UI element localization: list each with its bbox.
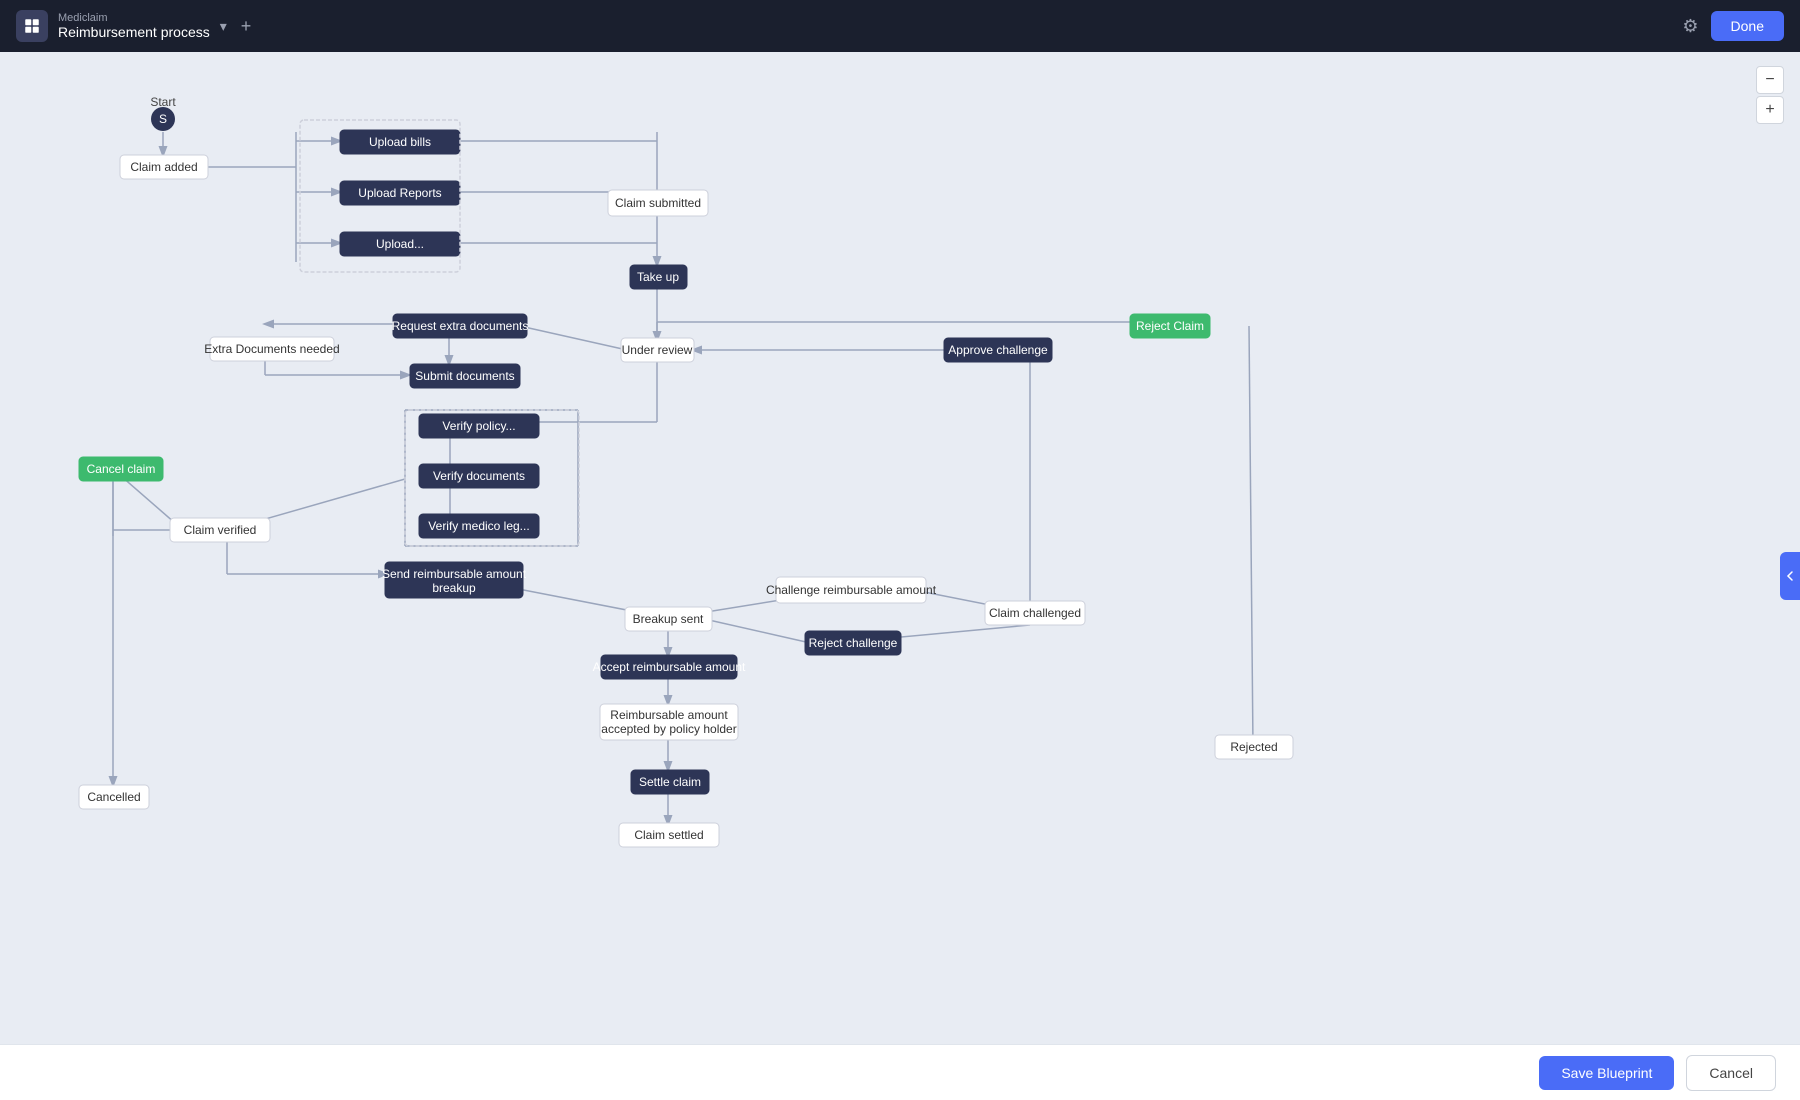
cancel-claim-label: Cancel claim — [87, 462, 156, 476]
bottom-bar: Save Blueprint Cancel — [0, 1044, 1800, 1100]
claim-settled-label: Claim settled — [634, 828, 703, 842]
header-title: Mediclaim Reimbursement process — [58, 12, 210, 40]
app-icon — [16, 10, 48, 42]
take-up-label: Take up — [637, 270, 679, 284]
zoom-out-button[interactable]: − — [1756, 66, 1784, 94]
page-title: Reimbursement process — [58, 24, 210, 40]
submit-documents-label: Submit documents — [415, 369, 514, 383]
send-breakup-label2: breakup — [432, 581, 476, 595]
settle-claim-label: Settle claim — [639, 775, 701, 789]
settings-icon[interactable]: ⚙ — [1682, 16, 1698, 37]
extra-docs-needed-label: Extra Documents needed — [204, 342, 339, 356]
header-right: ⚙ Done — [1682, 11, 1784, 41]
save-blueprint-button[interactable]: Save Blueprint — [1539, 1056, 1674, 1090]
verify-documents-label: Verify documents — [433, 469, 525, 483]
flow-svg: S Start Claim added Upload bills Upload … — [0, 52, 1800, 1100]
breakup-sent-label: Breakup sent — [633, 612, 704, 626]
reject-claim-label: Reject Claim — [1136, 319, 1204, 333]
claim-added-label: Claim added — [130, 160, 197, 174]
claim-verified-label: Claim verified — [184, 523, 257, 537]
flow-diagram: S Start Claim added Upload bills Upload … — [0, 52, 1800, 1100]
approve-challenge-label: Approve challenge — [948, 343, 1048, 357]
zoom-in-button[interactable]: + — [1756, 96, 1784, 124]
start-text: Start — [150, 95, 176, 109]
app-name: Mediclaim — [58, 12, 210, 24]
reject-challenge-label: Reject challenge — [809, 636, 898, 650]
collapse-panel-button[interactable] — [1780, 552, 1800, 600]
challenge-amount-label: Challenge reimbursable amount — [766, 583, 937, 597]
verify-policy-label: Verify policy... — [442, 419, 515, 433]
under-review-label: Under review — [622, 343, 693, 357]
upload-bills-label: Upload bills — [369, 135, 431, 149]
flow-canvas: S Start Claim added Upload bills Upload … — [0, 52, 1800, 1100]
request-extra-docs-label: Request extra documents — [392, 319, 529, 333]
zoom-controls: − + — [1756, 66, 1784, 124]
add-icon[interactable]: + — [241, 16, 252, 37]
reimbursable-accepted-label1: Reimbursable amount — [610, 708, 728, 722]
header: Mediclaim Reimbursement process ▾ + ⚙ Do… — [0, 0, 1800, 52]
chevron-down-icon[interactable]: ▾ — [220, 18, 227, 35]
claim-challenged-label: Claim challenged — [989, 606, 1081, 620]
cancel-button[interactable]: Cancel — [1686, 1055, 1776, 1091]
cancelled-label: Cancelled — [87, 790, 140, 804]
reimbursable-accepted-label2: accepted by policy holder — [601, 722, 736, 736]
header-left: Mediclaim Reimbursement process ▾ + — [16, 10, 251, 42]
done-button[interactable]: Done — [1711, 11, 1784, 41]
start-label: S — [159, 112, 167, 126]
accept-reimbursable-label: Accept reimbursable amount — [593, 660, 746, 674]
rejected-label: Rejected — [1230, 740, 1277, 754]
upload-reports-label: Upload Reports — [358, 186, 441, 200]
claim-submitted-label: Claim submitted — [615, 196, 701, 210]
verify-medico-label: Verify medico leg... — [428, 519, 529, 533]
send-breakup-label1: Send reimbursable amount — [382, 567, 527, 581]
upload-more-label: Upload... — [376, 237, 424, 251]
